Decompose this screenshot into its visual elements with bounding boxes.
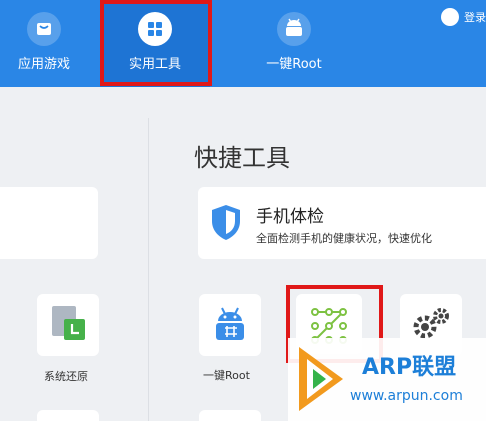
watermark-play-logo-icon — [293, 343, 347, 419]
watermark-url: www.arpun.com — [350, 388, 463, 404]
tab-one-key-root-label: 一键Root — [266, 57, 322, 72]
one-key-root-tool[interactable] — [199, 294, 261, 356]
shield-icon — [210, 203, 242, 245]
health-check-title: 手机体检 — [256, 207, 324, 227]
watermark-title: ARP联盟 — [362, 355, 457, 380]
section-title: 快捷工具 — [194, 144, 290, 172]
bag-icon — [27, 12, 61, 46]
left-feature-card[interactable] — [0, 187, 98, 259]
tab-apps-games-label: 应用游戏 — [17, 57, 70, 72]
restore-icon — [51, 306, 87, 346]
top-navigation-bar: 应用游戏 实用工具 一键Root 登录 — [0, 0, 486, 87]
android-icon — [277, 12, 311, 46]
tool-tile-partial[interactable] — [37, 410, 99, 421]
utilities-tab-highlight — [100, 0, 212, 86]
health-check-subtitle: 全面检测手机的健康状况，快速优化 — [256, 232, 432, 245]
phone-health-check-card[interactable]: 手机体检 全面检测手机的健康状况，快速优化 — [198, 187, 486, 259]
column-divider — [148, 118, 149, 421]
system-restore-label: 系统还原 — [44, 370, 88, 383]
login-link[interactable]: 登录 — [464, 9, 486, 25]
tab-one-key-root[interactable]: 一键Root — [250, 0, 338, 87]
system-restore-tool[interactable] — [37, 294, 99, 356]
one-key-root-label: 一键Root — [203, 369, 250, 382]
android-root-icon — [211, 306, 249, 346]
user-avatar-icon[interactable] — [441, 8, 459, 26]
tool-tile-partial[interactable] — [199, 410, 261, 421]
tab-apps-games[interactable]: 应用游戏 — [0, 0, 88, 87]
